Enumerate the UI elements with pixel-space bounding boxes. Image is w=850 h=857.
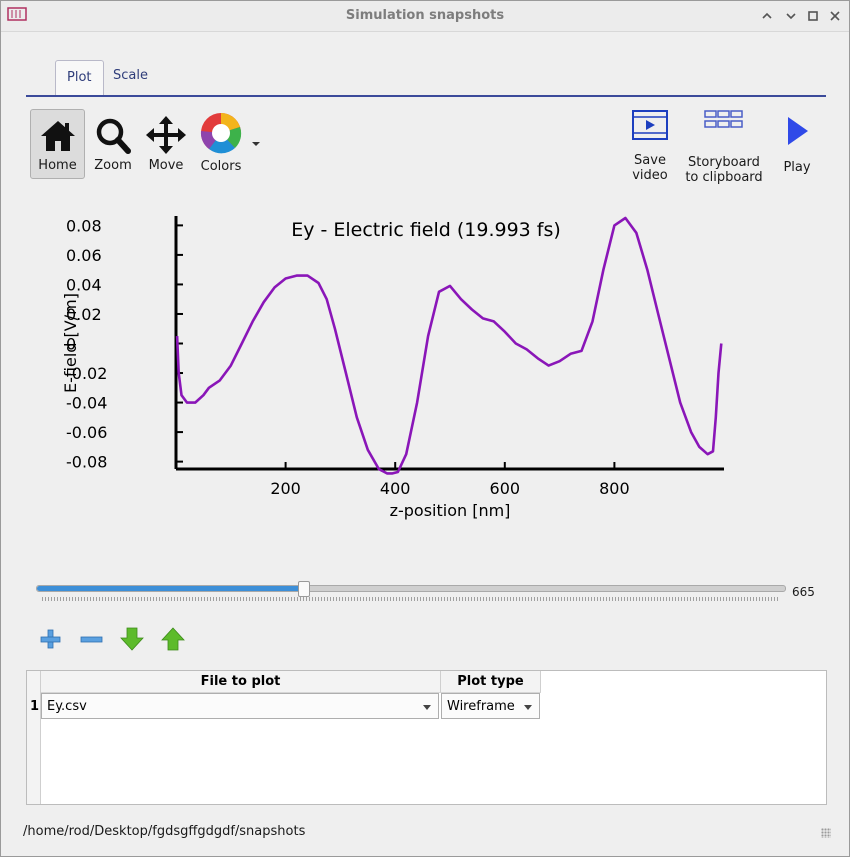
storyboard-label-1: Storyboard [688,155,760,170]
close-icon[interactable] [828,9,842,23]
save-video-label-1: Save [634,153,666,168]
slider-fill [37,586,303,591]
colors-label: Colors [200,159,242,174]
tab-plot[interactable]: Plot [55,60,104,95]
move-up-icon[interactable] [161,627,185,651]
x-tick-label: 400 [380,479,411,498]
zoom-button[interactable]: Zoom [89,110,137,178]
storyboard-button[interactable]: Storyboard to clipboard [681,109,767,185]
colors-button[interactable]: Colors [196,110,246,178]
corner-header [27,671,41,693]
time-slider[interactable] [36,581,786,597]
file-select[interactable]: Ey.csv [41,693,439,719]
home-icon [40,121,75,151]
y-tick-label: -0.06 [66,423,107,442]
maximize-icon[interactable] [806,9,820,23]
chevron-down-icon [423,705,431,710]
home-button[interactable]: Home [30,109,85,179]
colors-dropdown-icon[interactable] [251,138,261,148]
x-tick-label: 800 [599,479,630,498]
remove-icon[interactable] [79,627,103,651]
save-video-button[interactable]: Save video [625,109,675,183]
add-icon[interactable] [38,627,62,651]
slider-value: 665 [792,585,815,599]
efield-chart[interactable]: 0.080.060.040.020-0.02-0.04-0.06-0.08200… [56,201,736,531]
color-wheel-icon [200,113,242,154]
chevron-down-icon [524,705,532,710]
resize-grip-icon[interactable] [821,828,831,838]
play-icon [788,117,808,145]
slider-handle[interactable] [297,581,310,597]
title-bar[interactable]: Simulation snapshots [1,1,849,32]
home-label: Home [38,158,77,173]
save-video-label-2: video [632,168,668,183]
minimize-icon[interactable] [784,9,798,23]
magnifier-icon [96,118,131,154]
row-number: 1 [30,699,40,714]
play-button[interactable]: Play [777,115,817,177]
tab-scale[interactable]: Scale [102,59,159,93]
storyboard-icon [704,110,743,128]
slider-ticks [42,597,778,601]
y-tick-label: 0.06 [66,246,102,265]
tab-divider [26,95,826,97]
plot-type-value: Wireframe [447,699,515,714]
window-title: Simulation snapshots [345,8,505,23]
move-label: Move [148,158,184,173]
y-tick-label: 0.04 [66,275,102,294]
y-tick-label: -0.08 [66,453,107,472]
header-plot-type[interactable]: Plot type [441,671,541,693]
series-line [175,216,723,475]
x-tick-label: 200 [270,479,301,498]
move-button[interactable]: Move [142,110,190,178]
chevron-up-icon[interactable] [760,9,774,23]
move-down-icon[interactable] [120,627,144,651]
film-icon [632,110,668,140]
play-label: Play [783,160,811,175]
main-window: Simulation snapshots Plot Scale Home Zoo… [0,0,850,857]
plot-files-table: File to plot Plot type 1 Ey.csv Wirefram… [26,670,827,805]
zoom-label: Zoom [94,158,132,173]
x-tick-label: 600 [490,479,521,498]
storyboard-label-2: to clipboard [685,170,763,185]
y-tick-label: -0.04 [66,394,107,413]
chart-title: Ey - Electric field (19.993 fs) [291,219,561,241]
y-tick-label: 0.08 [66,216,102,235]
x-axis-label: z-position [nm] [390,501,511,520]
move-arrows-icon [146,116,186,154]
file-select-value: Ey.csv [47,699,87,714]
status-path: /home/rod/Desktop/fgdsgffgdgdf/snapshots [23,824,306,839]
y-axis-label: E-field [V/m] [61,293,80,393]
header-file-to-plot[interactable]: File to plot [41,671,441,693]
plot-type-select[interactable]: Wireframe [441,693,540,719]
